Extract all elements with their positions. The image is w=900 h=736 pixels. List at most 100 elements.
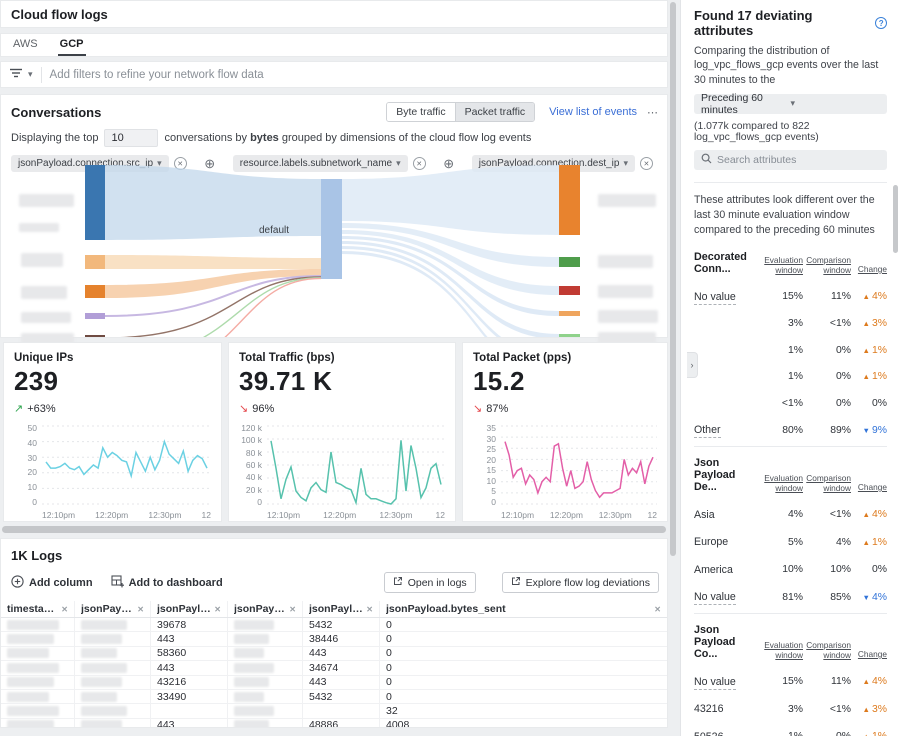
logs-table: timestamp✕jsonPayload....✕jsonPayload...… [1, 601, 667, 728]
add-to-dashboard-button[interactable]: Add to dashboard [111, 575, 223, 591]
table-row[interactable]: 3349054320 [1, 690, 667, 704]
explore-flow-log-deviations-button[interactable]: Explore flow log deviations [502, 572, 659, 593]
open-in-logs-button[interactable]: Open in logs [384, 572, 476, 593]
logs-panel: 1K Logs Add column Add to dashboard Open… [0, 538, 668, 728]
attribute-row[interactable]: 1%0%▲1% [694, 345, 887, 356]
line-chart[interactable] [267, 423, 445, 507]
trend-down-icon: ↘ [239, 402, 248, 415]
page-header: Cloud flow logs [0, 0, 668, 28]
logs-table-body: 3967854320443384460583604430443346740432… [1, 618, 667, 728]
table-row[interactable]: 583604430 [1, 647, 667, 661]
attribute-row[interactable]: 432163%<1%▲3% [694, 703, 887, 715]
y-axis-labels: 120 k100 k80 k60 k40 k20 k0 [239, 423, 267, 507]
horizontal-scrollbar[interactable] [2, 526, 666, 533]
redacted-cell [81, 720, 122, 728]
y-axis-labels: 50403020100 [14, 423, 42, 507]
redacted-cell [234, 663, 274, 673]
view-list-of-events-link[interactable]: View list of events [549, 106, 637, 118]
table-row[interactable]: 32 [1, 704, 667, 718]
collapse-panel-handle[interactable]: › [687, 352, 698, 378]
evaluation-window-header[interactable]: Evaluationwindow [761, 473, 803, 494]
change-up-icon: ▲ [863, 292, 870, 301]
column-header[interactable]: jsonPayload....✕ [151, 601, 228, 617]
deviating-attributes-panel: Found 17 deviating attributes ? Comparin… [680, 0, 900, 736]
vertical-scrollbar[interactable] [670, 2, 676, 556]
sidebar-scrollbar[interactable] [893, 185, 898, 253]
table-row[interactable]: 443384460 [1, 632, 667, 646]
attribute-row[interactable]: Europe5%4%▲1% [694, 536, 887, 548]
attribute-row[interactable]: <1%0%0% [694, 398, 887, 409]
change-down-icon: ▼ [863, 426, 870, 435]
remove-column-icon[interactable]: ✕ [366, 605, 373, 614]
column-header[interactable]: jsonPayload....✕ [75, 601, 151, 617]
trend-up-icon: ↗ [14, 402, 23, 415]
byte-traffic-toggle[interactable]: Byte traffic [387, 103, 454, 121]
search-attributes-input[interactable]: Search attributes [694, 150, 887, 170]
filter-icon[interactable] [9, 66, 23, 84]
redacted-label [21, 253, 63, 267]
attribute-row[interactable]: 3%<1%▲3% [694, 318, 887, 329]
table-row[interactable]: 443346740 [1, 661, 667, 675]
attribute-table: Decorated Conn...EvaluationwindowCompari… [694, 241, 887, 436]
line-chart[interactable] [42, 423, 211, 507]
chevron-down-icon[interactable]: ▾ [28, 69, 33, 80]
redacted-label [19, 194, 74, 207]
evaluation-window-header[interactable]: Evaluationwindow [761, 255, 803, 276]
remove-column-icon[interactable]: ✕ [214, 605, 221, 614]
attribute-row[interactable]: 1%0%▲1% [694, 371, 887, 382]
external-link-icon [511, 576, 521, 589]
change-header[interactable]: Change [851, 649, 887, 660]
remove-column-icon[interactable]: ✕ [654, 605, 661, 614]
evaluation-window-header[interactable]: Evaluationwindow [761, 640, 803, 661]
redacted-label [598, 285, 653, 298]
redacted-cell [7, 663, 59, 673]
sidebar-title: Found 17 deviating attributes [694, 8, 870, 38]
table-row[interactable]: 3967854320 [1, 618, 667, 632]
redacted-cell [234, 706, 274, 716]
change-header[interactable]: Change [851, 482, 887, 493]
attribute-row[interactable]: No value15%11%▲4% [694, 676, 887, 688]
display-prefix: Displaying the top [11, 132, 98, 144]
comparison-window-header[interactable]: Comparisonwindow [803, 255, 851, 276]
table-row[interactable]: 443488864008 [1, 719, 667, 728]
attribute-row[interactable]: America10%10%0% [694, 564, 887, 576]
comparison-window-dropdown[interactable]: Preceding 60 minutes ▾ [694, 94, 887, 114]
sankey-diagram[interactable]: default [1, 161, 667, 337]
column-header[interactable]: timestamp✕ [1, 601, 75, 617]
metric-value: 39.71 K [239, 366, 445, 397]
remove-column-icon[interactable]: ✕ [61, 605, 68, 614]
table-row[interactable]: 432164430 [1, 676, 667, 690]
column-header[interactable]: jsonPayload....✕ [228, 601, 303, 617]
more-options-icon[interactable]: ⋯ [647, 106, 659, 119]
redacted-cell [81, 648, 117, 658]
redacted-cell [7, 648, 49, 658]
tab-gcp[interactable]: GCP [58, 34, 86, 56]
comparison-window-header[interactable]: Comparisonwindow [803, 640, 851, 661]
metric-value: 15.2 [473, 366, 657, 397]
top-count-input[interactable]: 10 [104, 129, 158, 147]
column-header[interactable]: jsonPayload.bytes_sent✕ [380, 601, 667, 617]
line-chart[interactable] [501, 423, 657, 507]
filter-bar[interactable]: ▾ Add filters to refine your network flo… [0, 61, 668, 88]
trend-down-icon: ↘ [473, 402, 482, 415]
attribute-row[interactable]: 505261%0%▲1% [694, 731, 887, 736]
packet-traffic-toggle[interactable]: Packet traffic [455, 103, 535, 121]
help-icon[interactable]: ? [875, 17, 887, 29]
remove-column-icon[interactable]: ✕ [137, 605, 144, 614]
attribute-row[interactable]: Other80%89%▼9% [694, 424, 887, 436]
comparison-window-header[interactable]: Comparisonwindow [803, 473, 851, 494]
change-up-icon: ▲ [863, 319, 870, 328]
redacted-label [21, 286, 67, 299]
remove-column-icon[interactable]: ✕ [289, 605, 296, 614]
column-header[interactable]: jsonPayload....✕ [303, 601, 380, 617]
attribute-row[interactable]: Asia4%<1%▲4% [694, 509, 887, 521]
redacted-cell [81, 663, 127, 673]
tab-aws[interactable]: AWS [11, 34, 40, 56]
redacted-cell [81, 634, 122, 644]
external-link-icon [393, 576, 403, 589]
attribute-row[interactable]: No value81%85%▼4% [694, 591, 887, 603]
attribute-row[interactable]: No value15%11%▲4% [694, 291, 887, 303]
change-header[interactable]: Change [851, 264, 887, 275]
add-column-button[interactable]: Add column [11, 575, 93, 591]
filter-input[interactable]: Add filters to refine your network flow … [50, 69, 264, 81]
